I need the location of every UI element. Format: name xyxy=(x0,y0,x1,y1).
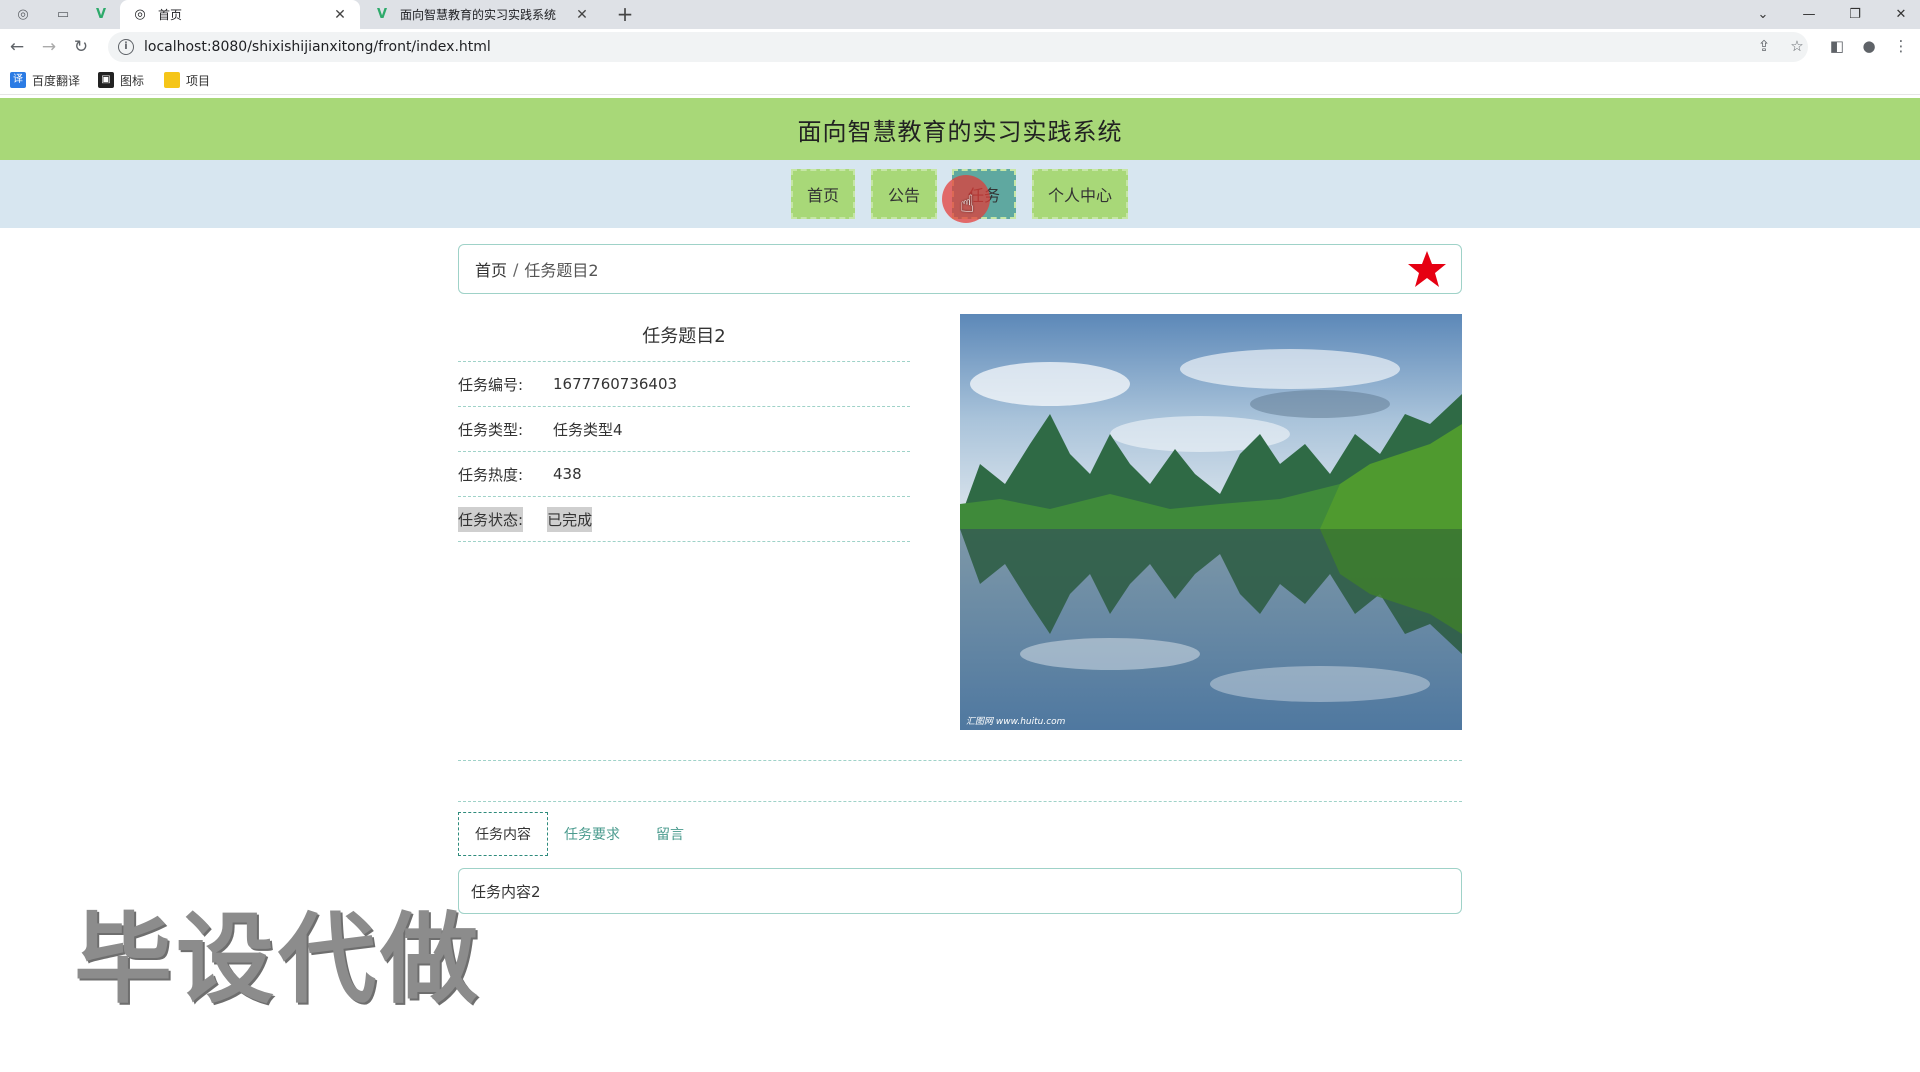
info-icon[interactable]: i xyxy=(118,39,134,55)
bookmarks-bar: 译 百度翻译 ▣ 图标 项目 xyxy=(0,65,1920,95)
vue-icon: V xyxy=(376,7,388,22)
address-bar-row: ← → ↻ i localhost:8080/shixishijianxiton… xyxy=(0,29,1920,65)
new-tab-button[interactable]: + xyxy=(612,2,638,26)
site-title: 面向智慧教育的实习实践系统 xyxy=(797,117,1123,146)
close-window-button[interactable]: ✕ xyxy=(1878,0,1920,29)
bookmark-baidu-translate[interactable]: 译 百度翻译 xyxy=(10,70,80,90)
divider xyxy=(458,760,1462,761)
bookmark-icons[interactable]: ▣ 图标 xyxy=(98,70,144,90)
breadcrumb-separator: / xyxy=(513,259,519,279)
url-text: localhost:8080/shixishijianxitong/front/… xyxy=(144,39,491,55)
field-label: 任务状态: xyxy=(458,506,524,532)
profile-icon[interactable]: ● xyxy=(1858,37,1880,57)
browser-tab-title: 面向智慧教育的实习实践系统 xyxy=(400,8,557,22)
field-label: 任务编号: xyxy=(458,375,524,394)
breadcrumb: 首页 / 任务题目2 xyxy=(458,244,1462,294)
globe-icon: ◎ xyxy=(134,7,146,22)
task-image: 汇图网 www.huitu.com xyxy=(960,314,1462,730)
nav-home[interactable]: 首页 xyxy=(791,169,855,219)
divider xyxy=(458,801,1462,802)
translate-icon: 译 xyxy=(10,72,26,88)
tab-task-content[interactable]: 任务内容 xyxy=(458,812,548,856)
tab-content-panel: 任务内容2 xyxy=(458,868,1462,914)
browser-tab-home[interactable]: ◎ 首页 ✕ xyxy=(120,0,360,29)
task-number-row: 任务编号: 1677760736403 xyxy=(458,362,910,407)
blank-tab-icon[interactable]: ▭ xyxy=(48,3,78,25)
field-label: 任务类型: xyxy=(458,420,524,439)
back-icon[interactable]: ← xyxy=(4,35,30,59)
reload-icon[interactable]: ↻ xyxy=(68,35,94,59)
browser-tab-bar: ◎ ▭ V ◎ 首页 ✕ V 面向智慧教育的实习实践系统 ✕ + ⌄ — ❐ ✕ xyxy=(0,0,1920,29)
landscape-image: 汇图网 www.huitu.com xyxy=(960,314,1462,730)
tab-messages[interactable]: 留言 xyxy=(640,812,700,856)
browser-tab-system[interactable]: V 面向智慧教育的实习实践系统 ✕ xyxy=(362,0,602,29)
field-label: 任务热度: xyxy=(458,465,524,484)
bookmark-label: 项目 xyxy=(186,73,211,88)
breadcrumb-home[interactable]: 首页 xyxy=(475,257,507,281)
minimize-button[interactable]: — xyxy=(1786,0,1832,29)
nav-personal-center[interactable]: 个人中心 xyxy=(1032,169,1128,219)
menu-icon[interactable]: ⋮ xyxy=(1890,37,1912,57)
task-heat-row: 任务热度: 438 xyxy=(458,452,910,497)
tab-search-icon[interactable]: ⌄ xyxy=(1740,0,1786,29)
field-value: 任务类型4 xyxy=(553,420,623,439)
task-status-row: 任务状态: 已完成 xyxy=(458,497,910,542)
globe-icon[interactable]: ◎ xyxy=(8,3,38,25)
bookmark-project[interactable]: 项目 xyxy=(164,70,210,90)
bookmark-label: 百度翻译 xyxy=(32,73,81,88)
side-panel-icon[interactable]: ◧ xyxy=(1826,37,1848,57)
breadcrumb-current: 任务题目2 xyxy=(524,261,599,280)
vue-tab-icon[interactable]: V xyxy=(86,3,116,25)
nav-notice[interactable]: 公告 xyxy=(871,169,937,219)
site-header: 面向智慧教育的实习实践系统 xyxy=(0,98,1920,160)
forward-icon[interactable]: → xyxy=(36,35,62,59)
share-icon[interactable]: ⇪ xyxy=(1753,37,1775,57)
restore-button[interactable]: ❐ xyxy=(1832,0,1878,29)
task-title: 任务题目2 xyxy=(642,326,726,347)
image-icon: ▣ xyxy=(98,72,114,88)
field-value: 438 xyxy=(553,465,582,483)
field-value: 已完成 xyxy=(547,506,593,532)
hand-cursor-icon: ☝ xyxy=(960,190,975,218)
overlay-watermark: 毕设代做 xyxy=(74,903,483,1017)
browser-tab-title: 首页 xyxy=(158,8,183,22)
folder-icon xyxy=(164,72,180,88)
field-value: 1677760736403 xyxy=(553,375,678,393)
close-icon[interactable]: ✕ xyxy=(574,7,590,23)
task-type-row: 任务类型: 任务类型4 xyxy=(458,407,910,452)
bookmark-label: 图标 xyxy=(120,73,145,88)
favorite-star-icon[interactable] xyxy=(1407,249,1447,289)
url-input[interactable]: i localhost:8080/shixishijianxitong/fron… xyxy=(108,32,1808,62)
close-icon[interactable]: ✕ xyxy=(332,7,348,23)
image-watermark: 汇图网 www.huitu.com xyxy=(966,716,1066,727)
bookmark-star-icon[interactable]: ☆ xyxy=(1786,37,1808,57)
tab-task-requirements[interactable]: 任务要求 xyxy=(552,812,632,856)
